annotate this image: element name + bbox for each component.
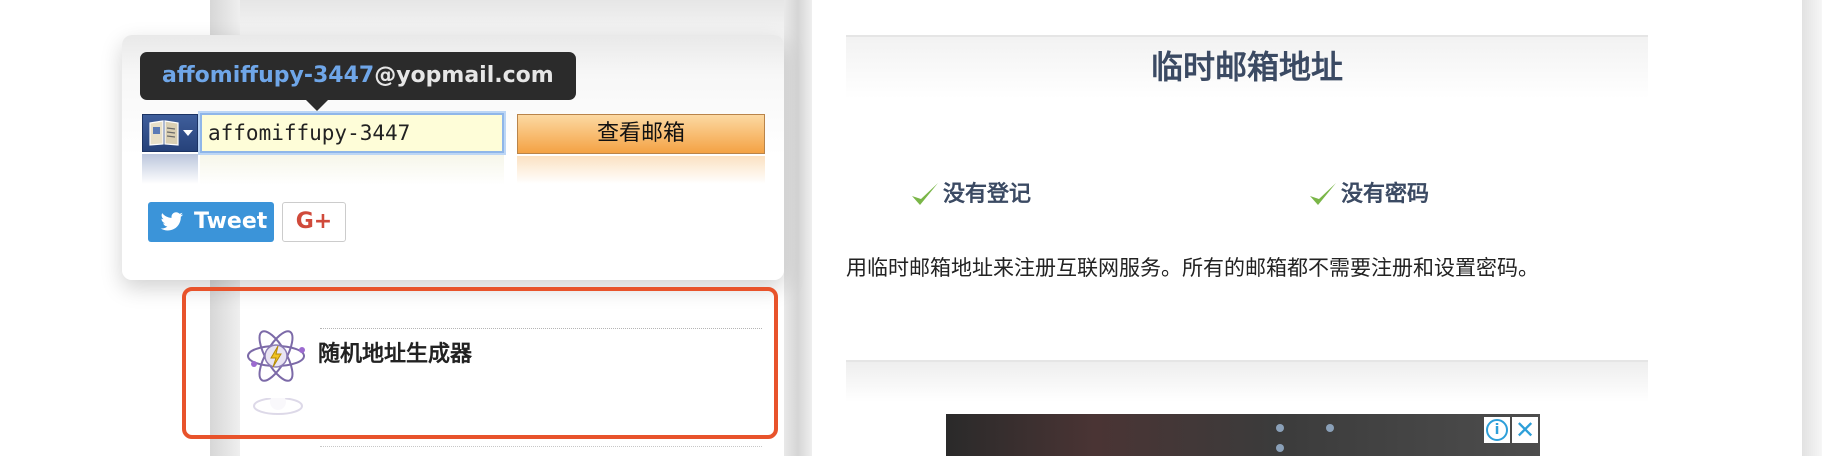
tweet-label: Tweet — [194, 209, 268, 234]
address-book-icon — [149, 120, 179, 146]
ad-info-icon[interactable]: i — [1484, 417, 1510, 443]
ad-dot — [1276, 424, 1284, 432]
page-title: 临时邮箱地址 — [1150, 48, 1343, 86]
ad-dot — [1326, 424, 1334, 432]
ad-close-icon[interactable]: ✕ — [1512, 417, 1538, 443]
atom-reflection — [253, 398, 303, 415]
divider — [320, 446, 762, 447]
check-inbox-button[interactable]: 查看邮箱 — [517, 114, 765, 154]
random-address-generator-label: 随机地址生成器 — [318, 342, 473, 367]
feature-no-password: 没有密码 — [1308, 176, 1508, 216]
address-book-button[interactable] — [142, 114, 198, 152]
tooltip-username: affomiffupy-3447 — [162, 63, 375, 88]
tweet-button[interactable]: Tweet — [148, 202, 274, 242]
feature-no-registration: 没有登记 — [910, 176, 1110, 216]
input-reflection — [200, 155, 504, 185]
checkmark-icon — [1310, 183, 1336, 205]
tooltip-domain: @yopmail.com — [374, 63, 554, 88]
chevron-down-icon — [183, 130, 193, 136]
button-reflection — [517, 156, 765, 184]
email-address-tooltip: affomiffupy-3447@yopmail.com — [140, 52, 576, 100]
column-divider — [784, 0, 812, 456]
section-band — [846, 360, 1648, 402]
right-edge — [1802, 0, 1822, 456]
description-text: 用临时邮箱地址来注册互联网服务。所有的邮箱都不需要注册和设置密码。 — [846, 256, 1539, 280]
ad-info-symbol: i — [1486, 419, 1508, 441]
ad-dot — [1276, 444, 1284, 452]
feature-label: 没有登记 — [943, 182, 1032, 207]
email-username-input[interactable]: affomiffupy-3447 — [200, 113, 504, 153]
tooltip-arrow — [306, 100, 328, 111]
advertisement-image[interactable] — [946, 414, 1540, 456]
address-book-reflection — [142, 154, 198, 184]
checkmark-icon — [912, 183, 938, 205]
google-plus-button[interactable]: G+ — [282, 202, 346, 242]
twitter-bird-icon — [160, 212, 184, 231]
feature-label: 没有密码 — [1341, 182, 1430, 207]
atom-icon — [247, 330, 305, 382]
